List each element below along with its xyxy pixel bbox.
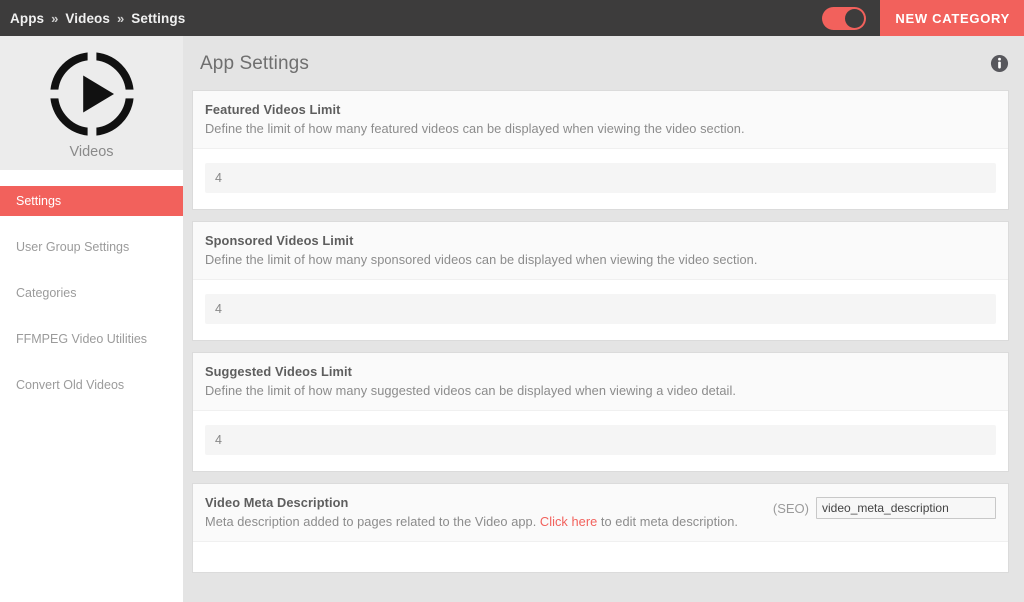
top-bar: Apps » Videos » Settings NEW CATEGORY [0, 0, 1024, 36]
page-title: App Settings [200, 53, 990, 75]
breadcrumb-separator-icon: » [51, 11, 58, 26]
main-content: App Settings Featured Videos Limit Defin… [191, 36, 1024, 602]
settings-card-suggested-videos-limit: Suggested Videos Limit Define the limit … [193, 353, 1008, 471]
sidebar-item-label: User Group Settings [16, 240, 129, 254]
card-description-text-after: to edit meta description. [597, 514, 738, 529]
sidebar-menu: Settings User Group Settings Categories … [0, 186, 183, 400]
card-header: Featured Videos Limit Define the limit o… [193, 91, 1008, 149]
top-bar-actions: NEW CATEGORY [822, 0, 1024, 36]
suggested-videos-limit-input[interactable] [205, 425, 996, 455]
toggle-knob [845, 9, 864, 28]
breadcrumb-separator-icon: » [117, 11, 124, 26]
settings-card-list: Featured Videos Limit Define the limit o… [191, 91, 1024, 572]
card-description: Define the limit of how many featured vi… [205, 121, 996, 136]
featured-videos-limit-input[interactable] [205, 163, 996, 193]
card-description: Define the limit of how many sponsored v… [205, 252, 996, 267]
sidebar-item-label: Categories [16, 286, 76, 300]
card-description-text-before: Meta description added to pages related … [205, 514, 540, 529]
seo-field-group: (SEO) [773, 495, 996, 519]
card-header-text: Video Meta Description Meta description … [205, 495, 773, 529]
settings-card-featured-videos-limit: Featured Videos Limit Define the limit o… [193, 91, 1008, 209]
breadcrumb-item-videos[interactable]: Videos [65, 11, 110, 26]
sidebar: Videos Settings User Group Settings Cate… [0, 36, 183, 602]
card-header: Sponsored Videos Limit Define the limit … [193, 222, 1008, 280]
breadcrumb: Apps » Videos » Settings [0, 0, 822, 36]
sidebar-item-label: Settings [16, 194, 61, 208]
sidebar-item-convert-old-videos[interactable]: Convert Old Videos [0, 370, 183, 400]
sidebar-item-settings[interactable]: Settings [0, 186, 183, 216]
card-description: Meta description added to pages related … [205, 514, 773, 529]
card-title: Suggested Videos Limit [205, 364, 996, 379]
breadcrumb-item-settings[interactable]: Settings [131, 11, 185, 26]
sidebar-item-ffmpeg-video-utilities[interactable]: FFMPEG Video Utilities [0, 324, 183, 354]
card-body [193, 280, 1008, 340]
page-header: App Settings [191, 36, 1024, 91]
card-body [193, 542, 1008, 572]
card-title: Sponsored Videos Limit [205, 233, 996, 248]
card-header: Video Meta Description Meta description … [193, 484, 1008, 542]
edit-meta-description-link[interactable]: Click here [540, 514, 597, 529]
card-header: Suggested Videos Limit Define the limit … [193, 353, 1008, 411]
breadcrumb-item-apps[interactable]: Apps [10, 11, 44, 26]
status-toggle[interactable] [822, 7, 866, 30]
card-body [193, 411, 1008, 471]
card-title: Video Meta Description [205, 495, 773, 510]
info-icon[interactable] [990, 54, 1009, 73]
play-circle-icon [48, 50, 136, 138]
settings-card-video-meta-description: Video Meta Description Meta description … [193, 484, 1008, 572]
seo-meta-description-input[interactable] [816, 497, 996, 519]
new-category-button[interactable]: NEW CATEGORY [880, 0, 1024, 36]
sponsored-videos-limit-input[interactable] [205, 294, 996, 324]
card-description: Define the limit of how many suggested v… [205, 383, 996, 398]
sidebar-item-user-group-settings[interactable]: User Group Settings [0, 232, 183, 262]
card-title: Featured Videos Limit [205, 102, 996, 117]
sidebar-item-categories[interactable]: Categories [0, 278, 183, 308]
sidebar-logo-label: Videos [69, 144, 113, 160]
sidebar-logo-area: Videos [0, 36, 183, 170]
sidebar-item-label: FFMPEG Video Utilities [16, 332, 147, 346]
seo-label: (SEO) [773, 501, 809, 516]
card-body [193, 149, 1008, 209]
settings-card-sponsored-videos-limit: Sponsored Videos Limit Define the limit … [193, 222, 1008, 340]
sidebar-item-label: Convert Old Videos [16, 378, 124, 392]
